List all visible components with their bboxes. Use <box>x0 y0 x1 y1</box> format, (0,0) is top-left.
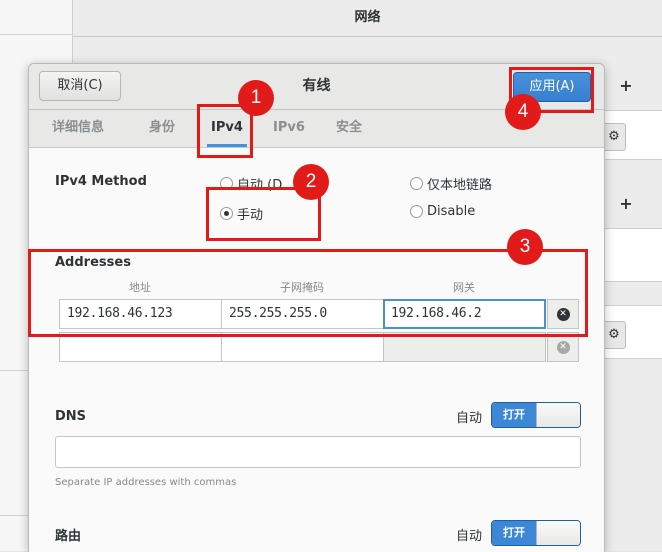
radio-indicator <box>410 177 423 190</box>
dns-input[interactable] <box>55 436 581 468</box>
annotation-badge-2: 2 <box>293 164 329 200</box>
add-connection-icon[interactable]: + <box>616 76 636 95</box>
ipv4-method-label: IPv4 Method <box>55 174 147 189</box>
tab-identity[interactable]: 身份 <box>137 110 187 147</box>
annotation-box-addresses <box>28 249 588 337</box>
switch-on-label: 打开 <box>492 403 536 427</box>
switch-knob <box>536 403 580 427</box>
annotation-badge-3: 3 <box>507 229 543 265</box>
settings-header: 网络 <box>73 0 662 37</box>
radio-label: Disable <box>427 204 476 219</box>
dns-heading: DNS <box>55 409 87 424</box>
routes-auto-switch[interactable]: 打开 <box>491 520 581 546</box>
routes-auto-label: 自动 <box>456 529 483 544</box>
gear-icon[interactable]: ⚙ <box>602 123 626 151</box>
sidebar-divider <box>0 34 72 35</box>
add-vpn-icon[interactable]: + <box>616 194 636 213</box>
radio-disable[interactable]: Disable <box>410 204 475 219</box>
tab-security[interactable]: 安全 <box>329 110 369 147</box>
dns-auto-switch[interactable]: 打开 <box>491 402 581 428</box>
close-icon: ✕ <box>556 340 570 354</box>
switch-on-label: 打开 <box>492 521 536 545</box>
dns-auto-label: 自动 <box>456 411 483 426</box>
gear-icon[interactable]: ⚙ <box>602 321 626 349</box>
annotation-badge-4: 4 <box>505 94 541 130</box>
radio-link-local[interactable]: 仅本地链路 <box>410 174 492 193</box>
tab-ipv6[interactable]: IPv6 <box>269 110 309 147</box>
switch-knob <box>536 521 580 545</box>
radio-label: 仅本地链路 <box>427 178 493 193</box>
dns-hint: Separate IP addresses with commas <box>55 477 237 488</box>
vpn-card <box>602 228 662 282</box>
settings-title: 网络 <box>354 10 381 25</box>
routes-heading: 路由 <box>55 529 82 544</box>
radio-indicator <box>410 205 423 218</box>
tab-details[interactable]: 详细信息 <box>43 110 113 147</box>
annotation-badge-1: 1 <box>238 80 274 116</box>
